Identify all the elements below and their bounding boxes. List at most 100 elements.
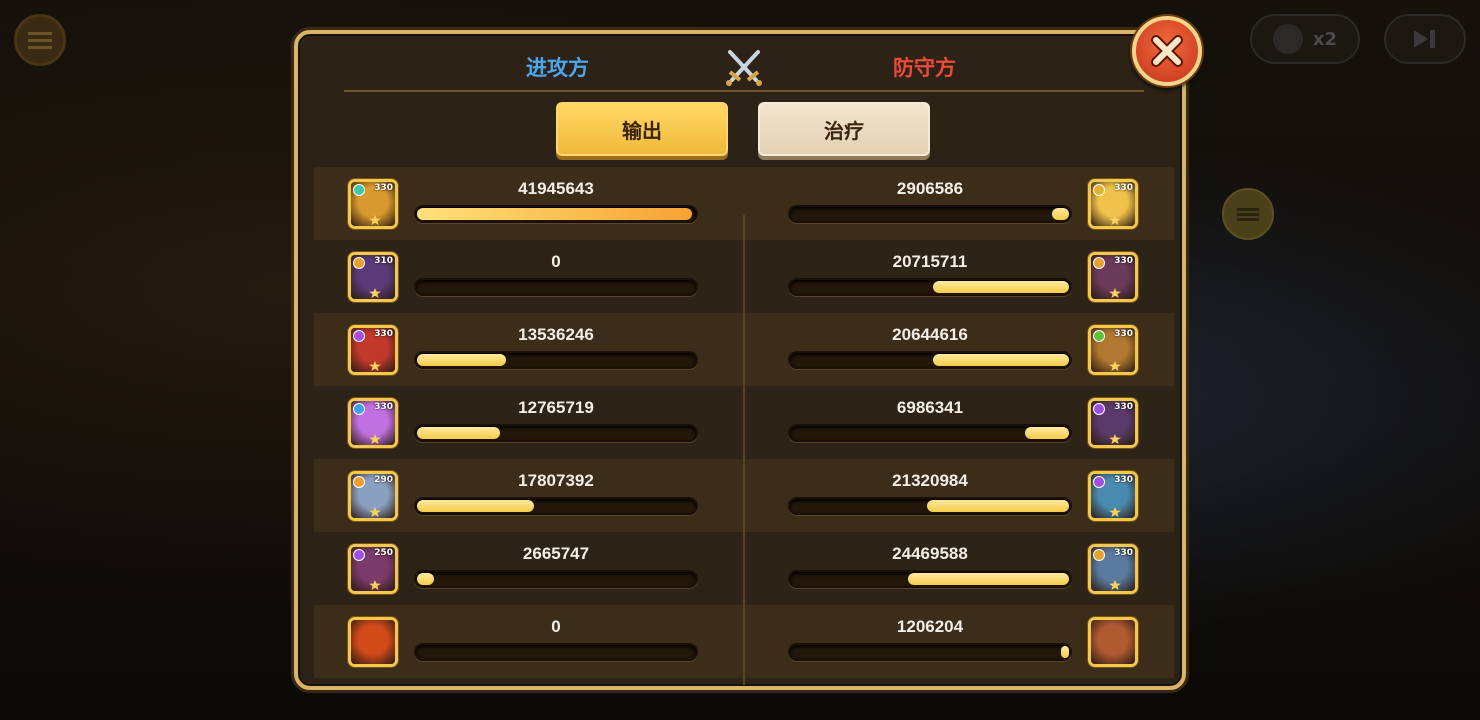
bar-fill [1052, 208, 1069, 220]
hero-level: 330 [1114, 402, 1133, 412]
bar-fill [927, 500, 1069, 512]
bar-fill [417, 573, 434, 585]
menu-icon [28, 32, 52, 49]
hero-portrait [351, 620, 395, 664]
element-icon [1093, 257, 1105, 269]
hero-level: 330 [1114, 183, 1133, 193]
speed-toggle[interactable]: x2 [1250, 14, 1360, 64]
defender-hero-avatar[interactable]: 330 [1088, 252, 1138, 302]
defender-damage-value: 21320984 [892, 471, 968, 490]
speed-label: x2 [1312, 28, 1338, 50]
bar-fill [1061, 646, 1069, 658]
defender-damage-value: 24469588 [892, 544, 968, 563]
attacker-damage-value: 41945643 [518, 179, 594, 198]
defender-damage-value: 2906586 [896, 179, 964, 198]
battle-stats-panel: 进攻方 防守方 输出 治疗 0 1206204 250 2665747 330 24469… [294, 30, 1186, 690]
attacker-damage-bar [414, 205, 698, 223]
bar-fill [417, 500, 534, 512]
attacker-hero-avatar[interactable]: 330 [348, 398, 398, 448]
attacker-damage-bar [414, 570, 698, 588]
crossed-swords-icon [726, 50, 762, 86]
center-divider [743, 215, 745, 685]
element-icon [353, 184, 365, 196]
defender-damage-bar [788, 205, 1072, 223]
element-icon [353, 330, 365, 342]
attacker-hero-avatar[interactable]: 330 [348, 179, 398, 229]
element-icon [1093, 476, 1105, 488]
attacker-damage-bar [414, 278, 698, 296]
tab-healing-label: 治疗 [824, 120, 864, 143]
element-icon [1093, 403, 1105, 415]
element-icon [353, 549, 365, 561]
hero-level: 330 [1114, 329, 1133, 339]
element-icon [1093, 184, 1105, 196]
attacker-hero-avatar[interactable]: 310 [348, 252, 398, 302]
defender-damage-value: 20715711 [892, 252, 968, 271]
defender-hero-avatar[interactable]: 330 [1088, 398, 1138, 448]
attacker-damage-bar [414, 643, 698, 661]
bar-fill [933, 354, 1069, 366]
sides-header: 进攻方 防守方 [344, 48, 1144, 92]
attacker-label: 进攻方 [526, 57, 589, 80]
defender-damage-bar [788, 570, 1072, 588]
defender-label: 防守方 [893, 57, 956, 80]
defender-damage-bar [788, 424, 1072, 442]
defender-damage-value: 1206204 [896, 617, 964, 636]
attacker-damage-value: 0 [551, 252, 561, 271]
tab-output[interactable]: 输出 [556, 102, 728, 156]
bar-fill [908, 573, 1069, 585]
attacker-hero-avatar[interactable]: 330 [348, 325, 398, 375]
element-icon [1093, 549, 1105, 561]
defender-damage-bar [788, 278, 1072, 296]
hero-level: 310 [374, 256, 393, 266]
attacker-damage-value: 13536246 [518, 325, 594, 344]
hero-level: 330 [374, 329, 393, 339]
element-icon [353, 476, 365, 488]
attacker-hero-avatar[interactable] [348, 617, 398, 667]
damage-rows: 0 1206204 250 2665747 330 24469588 290 17807392… [314, 167, 1174, 686]
skip-icon [1414, 30, 1435, 48]
hero-level: 330 [374, 402, 393, 412]
bar-fill [1025, 427, 1069, 439]
attacker-damage-bar [414, 424, 698, 442]
defender-hero-avatar[interactable]: 330 [1088, 544, 1138, 594]
hero-level: 330 [1114, 475, 1133, 485]
tab-healing[interactable]: 治疗 [758, 102, 930, 156]
attacker-hero-avatar[interactable]: 250 [348, 544, 398, 594]
close-icon [1151, 35, 1183, 67]
lightning-icon [1272, 24, 1303, 54]
hero-level: 250 [374, 548, 393, 558]
menu-button[interactable] [14, 14, 66, 66]
bar-fill [417, 208, 692, 220]
attacker-hero-avatar[interactable]: 290 [348, 471, 398, 521]
hero-level: 330 [374, 183, 393, 193]
defender-damage-bar [788, 351, 1072, 369]
bar-fill [933, 281, 1069, 293]
bar-fill [417, 427, 500, 439]
tab-output-label: 输出 [622, 120, 662, 143]
defender-hero-avatar[interactable]: 330 [1088, 325, 1138, 375]
hero-level: 290 [374, 475, 393, 485]
bar-fill [417, 354, 506, 366]
defender-damage-value: 20644616 [892, 325, 968, 344]
element-icon [353, 403, 365, 415]
element-icon [353, 257, 365, 269]
attacker-damage-value: 2665747 [522, 544, 590, 563]
list-icon [1237, 206, 1259, 223]
element-icon [1093, 330, 1105, 342]
defender-damage-bar [788, 643, 1072, 661]
defender-damage-value: 6986341 [896, 398, 964, 417]
battle-log-button[interactable] [1222, 188, 1274, 240]
close-button[interactable] [1132, 16, 1202, 86]
skip-button[interactable] [1384, 14, 1466, 64]
attacker-damage-bar [414, 497, 698, 515]
defender-hero-avatar[interactable]: 330 [1088, 179, 1138, 229]
attacker-damage-value: 0 [551, 617, 561, 636]
attacker-damage-value: 17807392 [518, 471, 594, 490]
hero-level: 330 [1114, 548, 1133, 558]
attacker-damage-bar [414, 351, 698, 369]
attacker-damage-value: 12765719 [518, 398, 594, 417]
defender-hero-avatar[interactable] [1088, 617, 1138, 667]
defender-damage-bar [788, 497, 1072, 515]
defender-hero-avatar[interactable]: 330 [1088, 471, 1138, 521]
